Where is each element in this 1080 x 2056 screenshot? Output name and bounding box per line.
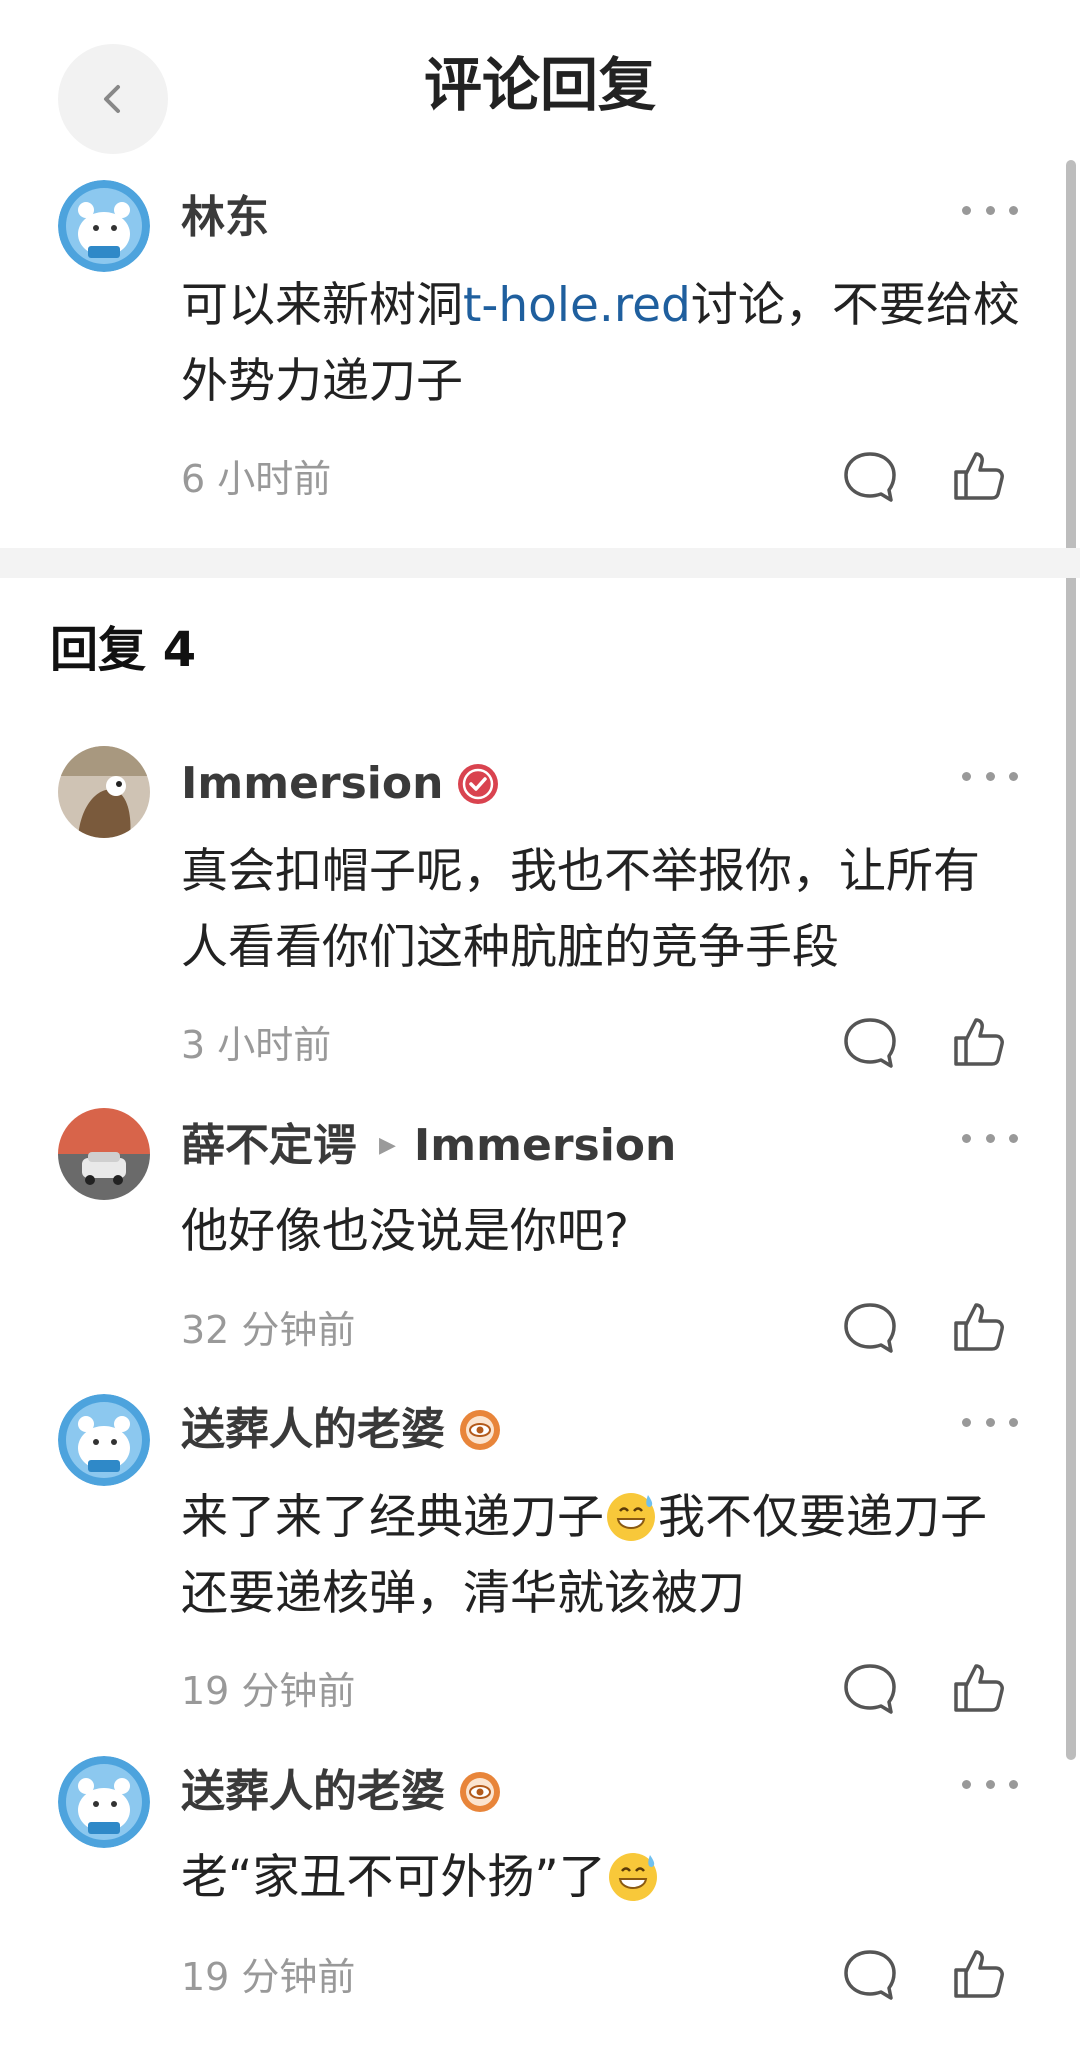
like-icon[interactable] xyxy=(950,1660,1006,1716)
reply-bubble-icon[interactable] xyxy=(842,1301,898,1357)
like-icon[interactable] xyxy=(950,1946,1006,2002)
comment-content: 来了来了经典递刀子 我不仅要递刀子还要递核弹，清华就该被刀 xyxy=(181,1480,1021,1632)
bear-avatar-icon xyxy=(58,1756,150,1848)
like-icon[interactable] xyxy=(950,1014,1006,1070)
avatar[interactable] xyxy=(58,1756,150,1848)
author-name[interactable]: 送葬人的老婆 xyxy=(181,1402,501,1458)
replies-count-heading: 回复 4 xyxy=(50,622,197,678)
section-divider xyxy=(0,548,1080,578)
eye-badge-icon xyxy=(460,1772,500,1812)
timestamp: 19 分钟前 xyxy=(181,1669,356,1713)
more-options-icon[interactable] xyxy=(962,200,1018,220)
author-name-text: Immersion xyxy=(181,758,444,809)
sweat-smile-emoji-icon xyxy=(608,1853,657,1901)
sweat-smile-emoji-icon xyxy=(607,1493,655,1541)
avatar[interactable] xyxy=(58,746,150,838)
timestamp: 19 分钟前 xyxy=(181,1955,356,1999)
avatar[interactable] xyxy=(58,1108,150,1200)
bear-avatar-icon xyxy=(58,1394,150,1486)
scrollbar[interactable] xyxy=(1066,160,1076,1760)
more-options-icon[interactable] xyxy=(962,1774,1018,1794)
more-options-icon[interactable] xyxy=(962,1412,1018,1432)
car-photo-avatar-icon xyxy=(58,1108,150,1200)
timestamp: 6 小时前 xyxy=(181,457,332,501)
comment-text: 来了来了经典递刀子 xyxy=(181,1490,604,1545)
reply-bubble-icon[interactable] xyxy=(842,1662,898,1718)
reply-to-arrow-icon: ▶ xyxy=(379,1133,396,1158)
avatar[interactable] xyxy=(58,1394,150,1486)
author-name-text: 送葬人的老婆 xyxy=(181,1766,445,1817)
author-name[interactable]: 林东 xyxy=(181,190,269,246)
reply-bubble-icon[interactable] xyxy=(842,450,898,506)
photo-avatar-icon xyxy=(58,746,150,838)
timestamp: 3 小时前 xyxy=(181,1023,332,1067)
bear-avatar-icon xyxy=(58,180,150,272)
like-icon[interactable] xyxy=(950,1299,1006,1355)
comment-text: 可以来新树洞 xyxy=(181,278,463,333)
author-name[interactable]: 送葬人的老婆 xyxy=(181,1764,501,1820)
reply-bubble-icon[interactable] xyxy=(842,1948,898,2004)
comment-content: 老“家丑不可外扬”了 xyxy=(181,1840,1021,1916)
author-name[interactable]: 薛不定谔 ▶ Immersion xyxy=(181,1118,676,1174)
reply-bubble-icon[interactable] xyxy=(842,1016,898,1072)
author-name[interactable]: Immersion xyxy=(181,756,499,812)
comment-text: 老“家丑不可外扬”了 xyxy=(181,1850,606,1905)
comment-content: 他好像也没说是你吧? xyxy=(181,1204,629,1259)
comment-content: 可以来新树洞t-hole.red讨论，不要给校外势力递刀子 xyxy=(181,268,1021,420)
comment-link[interactable]: t-hole.red xyxy=(463,278,691,333)
comment-content: 真会扣帽子呢，我也不举报你，让所有人看看你们这种肮脏的竞争手段 xyxy=(181,844,980,975)
eye-badge-icon xyxy=(460,1410,500,1450)
more-options-icon[interactable] xyxy=(962,1128,1018,1148)
reply-target-name[interactable]: Immersion xyxy=(414,1118,676,1174)
verified-check-badge-icon xyxy=(458,764,499,804)
like-icon[interactable] xyxy=(950,448,1006,504)
more-options-icon[interactable] xyxy=(962,766,1018,786)
page-title: 评论回复 xyxy=(423,51,656,119)
author-name-text: 薛不定谔 xyxy=(181,1120,357,1171)
top-bar: 评论回复 xyxy=(0,0,1080,160)
avatar[interactable] xyxy=(58,180,150,272)
author-name-text: 送葬人的老婆 xyxy=(181,1404,445,1455)
timestamp: 32 分钟前 xyxy=(181,1308,356,1352)
